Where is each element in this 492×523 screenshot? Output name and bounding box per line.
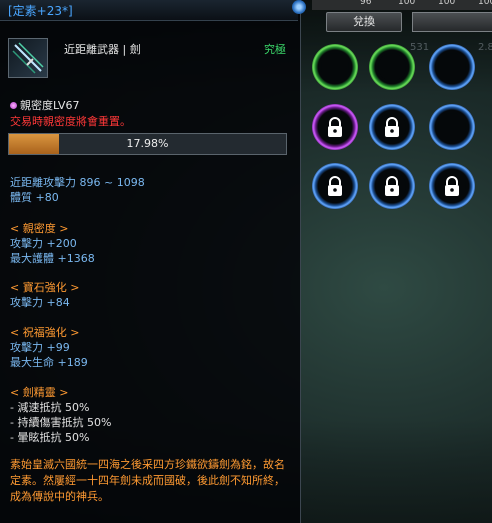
exchange-button[interactable]: 兌換 [326, 12, 402, 32]
socket-slot[interactable] [369, 44, 415, 90]
item-tooltip: [定素+23*] 近距離武器 | 劍 究極 親密度LV67 交易時親密度將會重置… [0, 0, 306, 523]
attack-range-stat: 近距離攻擊力 896 ~ 1098 [10, 176, 145, 189]
locked-socket-slot[interactable] [429, 163, 475, 209]
socket-slot[interactable] [312, 44, 358, 90]
stat-line: 攻擊力 +84 [10, 296, 70, 309]
section-header: < 寶石強化 > [10, 281, 80, 294]
item-type: 近距離武器 | 劍 [64, 43, 141, 56]
locked-socket-slot[interactable] [369, 163, 415, 209]
section-header: < 祝福強化 > [10, 326, 80, 339]
resist-line: - 減速抵抗 50% [10, 401, 90, 414]
socket-core [378, 53, 406, 81]
socket-slot[interactable] [429, 104, 475, 150]
resource-value: 96 [360, 0, 372, 7]
resource-value: 100 [398, 0, 416, 7]
section-header: < 親密度 > [10, 222, 69, 235]
stat-line: 攻擊力 +99 [10, 341, 70, 354]
resource-value: 100 [438, 0, 456, 7]
faded-value: 2.8 [478, 42, 492, 53]
section-header: < 劍精靈 > [10, 386, 69, 399]
secondary-button[interactable] [412, 12, 492, 32]
stat-line: 攻擊力 +200 [10, 237, 77, 250]
lock-icon [442, 175, 462, 197]
locked-socket-slot[interactable] [312, 163, 358, 209]
lock-icon [325, 116, 345, 138]
locked-socket-slot[interactable] [369, 104, 415, 150]
stat-line: 最大護體 +1368 [10, 252, 95, 265]
trade-warning: 交易時親密度將會重置。 [10, 115, 131, 128]
socket-core [438, 113, 466, 141]
rarity-label: 究極 [264, 43, 286, 56]
item-title: [定素+23*] [8, 4, 73, 18]
intimacy-level: 親密度LV67 [10, 97, 79, 113]
tooltip-title-bar: [定素+23*] [0, 0, 298, 21]
lock-icon [382, 175, 402, 197]
faded-value: 531 [410, 42, 430, 53]
locked-socket-slot[interactable] [312, 104, 358, 150]
intimacy-level-text: 親密度LV67 [20, 99, 80, 112]
item-lore: 素始皇滅六國統一四海之後采四方珍鐵欲鑄劍為銘，故名定素。然屢經一十四年劍未成而國… [10, 458, 285, 503]
socket-slot[interactable] [429, 44, 475, 90]
resist-line: - 持續傷害抵抗 50% [10, 416, 112, 429]
resist-line: - 暈眩抵抗 50% [10, 431, 90, 444]
intimacy-progress-bar: 17.98% [8, 133, 287, 155]
lock-icon [382, 116, 402, 138]
socket-core [321, 53, 349, 81]
gem-icon [292, 0, 306, 14]
intimacy-icon [10, 102, 17, 109]
lock-icon [325, 175, 345, 197]
sword-icon [8, 38, 48, 78]
socket-core [438, 53, 466, 81]
stat-line: 最大生命 +189 [10, 356, 88, 369]
top-resource-strip: 96 100 100 100 [312, 0, 492, 10]
resource-value: 100 [478, 0, 492, 7]
constitution-stat: 體質 +80 [10, 191, 59, 204]
progress-label: 17.98% [126, 137, 169, 150]
